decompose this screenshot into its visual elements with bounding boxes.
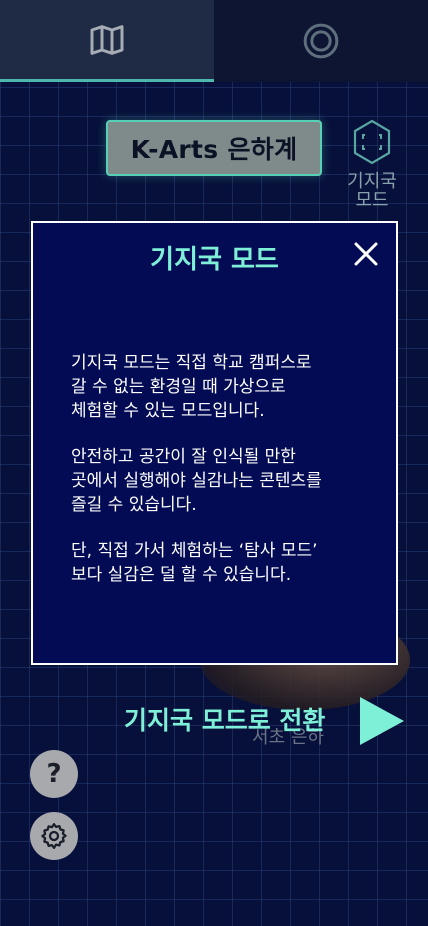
base-mode-button[interactable]: 기지국 모드 (340, 118, 404, 212)
modal-paragraph-3: 단, 직접 가서 체험하는 ‘탐사 모드’ 보다 실감은 덜 할 수 있습니다. (71, 541, 318, 585)
galaxy-title[interactable]: K-Arts 은하계 (106, 120, 322, 176)
help-button[interactable]: ? (30, 750, 78, 798)
tab-target[interactable] (214, 0, 428, 82)
play-arrow-icon[interactable] (360, 697, 404, 745)
target-icon (303, 23, 339, 59)
gear-icon (41, 823, 67, 849)
switch-mode-label: 기지국 모드로 전환 (124, 706, 326, 735)
tab-map[interactable] (0, 0, 214, 82)
settings-button[interactable] (30, 812, 78, 860)
switch-mode-button[interactable]: 서초 은하 기지국 모드로 전환 (124, 695, 404, 755)
map-icon (90, 24, 124, 55)
help-icon: ? (46, 759, 62, 789)
close-icon[interactable] (353, 241, 379, 267)
base-mode-label: 기지국 모드 (347, 171, 397, 211)
top-tab-bar (0, 0, 428, 82)
scan-hexagon-icon (353, 119, 391, 165)
modal-paragraph-1: 기지국 모드는 직접 학교 캠퍼스로 갈 수 없는 환경일 때 가상으로 체험할… (71, 353, 312, 421)
modal-paragraph-2: 안전하고 공간이 잘 인식될 만한 곳에서 실행해야 실감나는 콘텐츠를 즐길 … (71, 447, 322, 515)
modal-title: 기지국 모드 (150, 245, 279, 275)
galaxy-title-text: K-Arts 은하계 (130, 135, 298, 164)
info-modal: 기지국 모드 기지국 모드는 직접 학교 캠퍼스로 갈 수 없는 환경일 때 가… (31, 221, 398, 665)
modal-body: 기지국 모드는 직접 학교 캠퍼스로 갈 수 없는 환경일 때 가상으로 체험할… (71, 351, 376, 609)
